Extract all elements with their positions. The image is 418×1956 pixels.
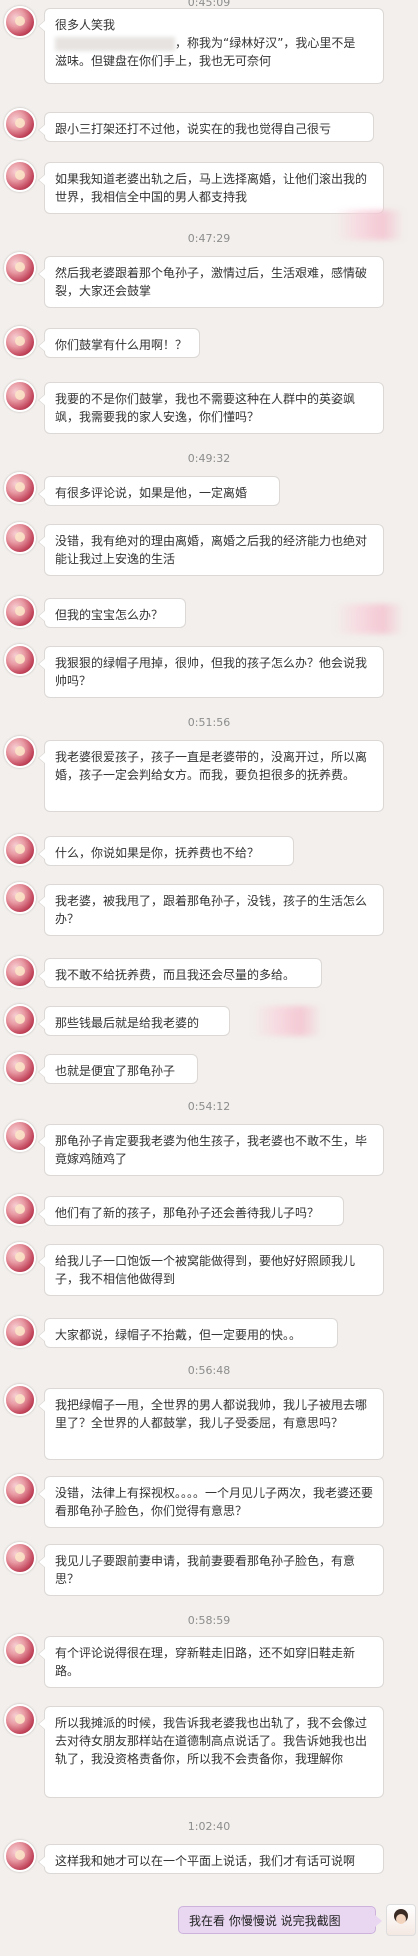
avatar[interactable] — [4, 1542, 36, 1574]
timestamp: 0:56:48 — [187, 1364, 231, 1377]
message-bubble: 没错，我有绝对的理由离婚，离婚之后我的经济能力也绝对能让我过上安逸的生活 — [38, 524, 384, 576]
message-bubble: 然后我老婆跟着那个龟孙子，激情过后，生活艰难，感情破裂，大家还会鼓掌 — [38, 256, 384, 308]
message-bubble: 所以我摊派的时候，我告诉我老婆我也出轨了，我不会像过去对待女朋友那样站在道德制高… — [38, 1706, 384, 1798]
timestamp: 0:58:59 — [187, 1614, 231, 1627]
redacted-text — [55, 36, 175, 51]
avatar[interactable] — [4, 1704, 36, 1736]
message-bubble: 有很多评论说，如果是他，一定离婚 — [38, 476, 280, 506]
message-bubble: 但我的宝宝怎么办？ — [38, 598, 186, 628]
message-bubble: 我老婆，被我甩了，跟着那龟孙子，没钱，孩子的生活怎么办？ — [38, 884, 384, 936]
message-bubble: 跟小三打架还打不过他，说实在的我也觉得自己很亏 — [38, 112, 374, 142]
avatar[interactable] — [4, 1242, 36, 1274]
message-bubble: 没错，法律上有探视权。。。。一个月见儿子两次，我老婆还要看那龟孙子脸色，你们觉得… — [38, 1476, 384, 1528]
timestamp: 0:54:12 — [187, 1100, 231, 1113]
message-bubble: 大家都说，绿帽子不抬戴，但一定要用的快。。 — [38, 1318, 338, 1348]
message-bubble: 我要的不是你们鼓掌，我也不需要这种在人群中的英姿飒飒，我需要我的家人安逸，你们懂… — [38, 382, 384, 434]
message-bubble: 我不敢不给抚养费，而且我还会尽量的多给。 — [38, 958, 322, 988]
avatar[interactable] — [4, 472, 36, 504]
avatar[interactable] — [4, 1634, 36, 1666]
message-bubble: 有个评论说得很在理，穿新鞋走旧路，还不如穿旧鞋走新路。 — [38, 1636, 384, 1688]
message-text: 滋味。但键盘在你们手上，我也无可奈何 — [55, 54, 272, 68]
message-bubble: 给我儿子一口饱饭一个被窝能做得到，要他好好照顾我儿子，我不相信他做得到 — [38, 1244, 384, 1296]
message-text: ，称我为“绿林好汉”，我心里不是 — [175, 36, 356, 50]
message-text: ，称我为“绿林好汉”，我心里不是 — [55, 34, 373, 52]
avatar[interactable] — [4, 596, 36, 628]
avatar[interactable] — [4, 160, 36, 192]
avatar[interactable] — [4, 1194, 36, 1226]
avatar[interactable] — [4, 834, 36, 866]
avatar[interactable] — [4, 736, 36, 768]
avatar[interactable] — [4, 1120, 36, 1152]
message-bubble: 你们鼓掌有什么用啊！？ — [38, 328, 200, 358]
avatar[interactable] — [4, 326, 36, 358]
avatar[interactable] — [4, 6, 36, 38]
decoration — [334, 604, 404, 634]
message-bubble: 我狠狠的绿帽子甩掉，很帅，但我的孩子怎么办？他会说我帅吗？ — [38, 646, 384, 698]
message-text: 很多人笑我 — [55, 18, 116, 32]
timestamp: 0:51:56 — [187, 716, 231, 729]
sent-message-bubble: 我在看 你慢慢说 说完我截图 — [178, 1906, 382, 1934]
avatar[interactable] — [4, 380, 36, 412]
avatar[interactable] — [4, 252, 36, 284]
message-bubble: 我见儿子要跟前妻申请，我前妻要看那龟孙子脸色，有意思？ — [38, 1544, 384, 1596]
my-avatar[interactable] — [386, 1904, 416, 1936]
avatar[interactable] — [4, 108, 36, 140]
avatar[interactable] — [4, 1474, 36, 1506]
message-bubble: 那龟孙子肯定要我老婆为他生孩子，我老婆也不敢不生，毕竟嫁鸡随鸡了 — [38, 1124, 384, 1176]
timestamp: 0:49:32 — [187, 452, 231, 465]
message-bubble: 这样我和她才可以在一个平面上说话，我们才有话可说啊 — [38, 1844, 384, 1874]
timestamp: 0:47:29 — [187, 232, 231, 245]
avatar[interactable] — [4, 644, 36, 676]
avatar[interactable] — [4, 1384, 36, 1416]
message-bubble: 我把绿帽子一甩，全世界的男人都说我帅，我儿子被甩去哪里了？全世界的人都鼓掌，我儿… — [38, 1388, 384, 1460]
avatar[interactable] — [4, 956, 36, 988]
message-bubble: 也就是便宜了那龟孙子 — [38, 1054, 198, 1084]
avatar[interactable] — [4, 1052, 36, 1084]
avatar[interactable] — [4, 882, 36, 914]
decoration — [252, 1006, 322, 1036]
timestamp: 1:02:40 — [187, 1820, 231, 1833]
message-bubble: 那些钱最后就是给我老婆的 — [38, 1006, 230, 1036]
avatar[interactable] — [4, 1840, 36, 1872]
message-bubble: 他们有了新的孩子，那龟孙子还会善待我儿子吗？ — [38, 1196, 344, 1226]
avatar[interactable] — [4, 522, 36, 554]
avatar[interactable] — [4, 1316, 36, 1348]
message-bubble: 很多人笑我 ，称我为“绿林好汉”，我心里不是 滋味。但键盘在你们手上，我也无可奈… — [38, 8, 384, 84]
avatar[interactable] — [4, 1004, 36, 1036]
message-bubble: 什么，你说如果是你，抚养费也不给？ — [38, 836, 294, 866]
message-bubble: 我老婆很爱孩子，孩子一直是老婆带的，没离开过，所以离婚，孩子一定会判给女方。而我… — [38, 740, 384, 812]
message-bubble: 如果我知道老婆出轨之后，马上选择离婚，让他们滚出我的世界，我相信全中国的男人都支… — [38, 162, 384, 214]
